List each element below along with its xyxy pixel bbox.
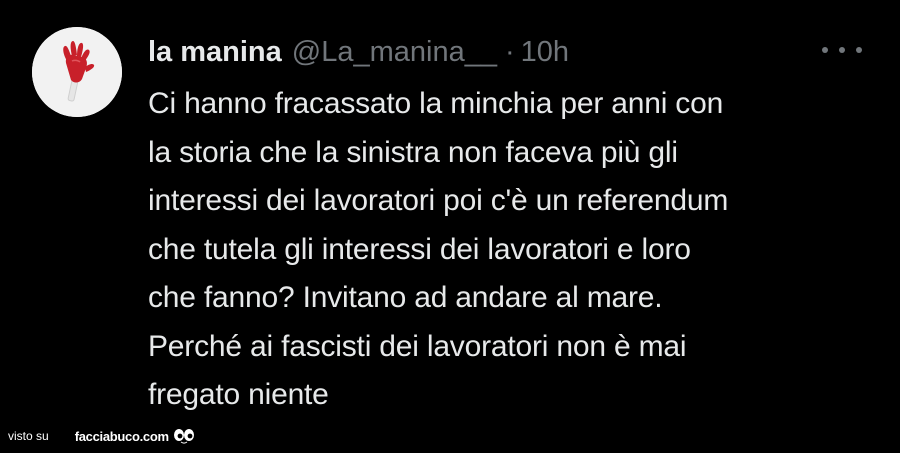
more-options-icon[interactable] — [822, 38, 862, 62]
watermark-site: facciabuco.com — [74, 428, 169, 444]
more-dot — [822, 47, 828, 53]
author-handle[interactable]: @La_manina__ — [292, 30, 497, 74]
author-display-name[interactable]: la manina — [148, 30, 282, 74]
tweet-text: Ci hanno fracassato la minchia per anni … — [148, 87, 729, 411]
hand-icon — [32, 27, 122, 117]
watermark: visto su facciabuco.com — [8, 424, 195, 448]
separator-dot: · — [504, 36, 515, 68]
eyes-icon — [173, 429, 194, 444]
more-dot — [839, 47, 845, 53]
avatar[interactable] — [32, 27, 122, 117]
watermark-prefix: visto su — [8, 429, 49, 443]
tweet-timestamp[interactable]: 10h — [521, 30, 569, 74]
more-dot — [856, 47, 862, 53]
tweet-header: la manina @La_manina__ · 10h — [148, 30, 569, 74]
